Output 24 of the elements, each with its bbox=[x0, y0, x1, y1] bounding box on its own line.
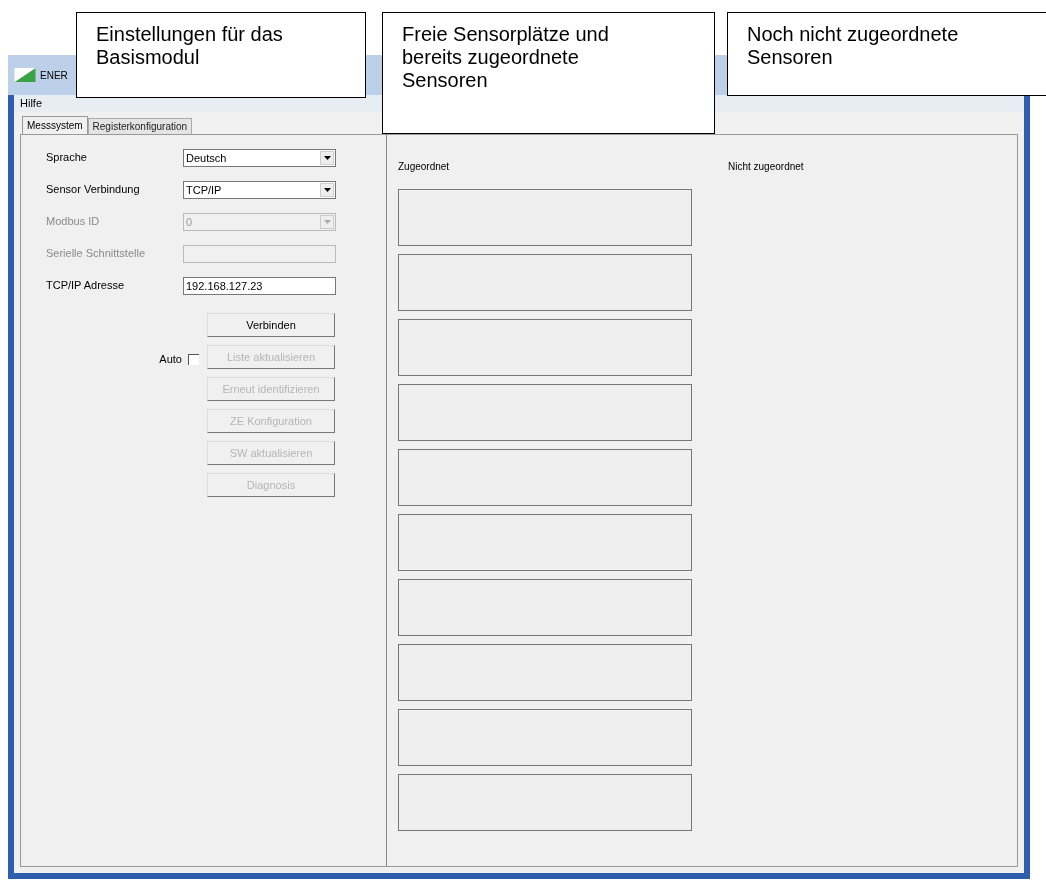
logo-icon bbox=[14, 68, 36, 82]
field-label: Sprache bbox=[45, 150, 88, 165]
dropdown-arrow-icon bbox=[323, 188, 331, 192]
tab[interactable]: Messsystem bbox=[22, 116, 88, 134]
window-title: ENER bbox=[40, 68, 68, 83]
text-field[interactable]: 192.168.127.23 bbox=[183, 277, 336, 295]
dropdown[interactable]: TCP/IP bbox=[183, 181, 336, 199]
column-heading: Zugeordnet bbox=[398, 160, 451, 174]
field-label: Modbus ID bbox=[45, 214, 101, 229]
dropdown-arrow-icon bbox=[323, 220, 331, 224]
callout-box: Freie Sensorplätze und bereits zugeordnete Sensoren bbox=[382, 12, 715, 134]
button[interactable]: Verbinden bbox=[207, 313, 335, 337]
field-label: Sensor Verbindung bbox=[45, 182, 141, 197]
auto-label: Auto bbox=[159, 352, 182, 367]
column-heading: Nicht zugeordnet bbox=[728, 160, 804, 174]
callout-box: Einstellungen für das Basismodul bbox=[76, 12, 366, 98]
tab[interactable]: Registerkonfiguration bbox=[87, 118, 193, 134]
callout-box: Noch nicht zugeordnete Sensoren bbox=[727, 12, 1046, 96]
menu-item[interactable]: Hilfe bbox=[18, 95, 44, 112]
dropdown[interactable]: Deutsch bbox=[183, 149, 336, 167]
field-label: Serielle Schnittstelle bbox=[45, 246, 147, 261]
auto-checkbox[interactable] bbox=[188, 353, 199, 365]
dropdown-arrow-icon bbox=[323, 156, 331, 160]
field-label: TCP/IP Adresse bbox=[45, 278, 126, 293]
